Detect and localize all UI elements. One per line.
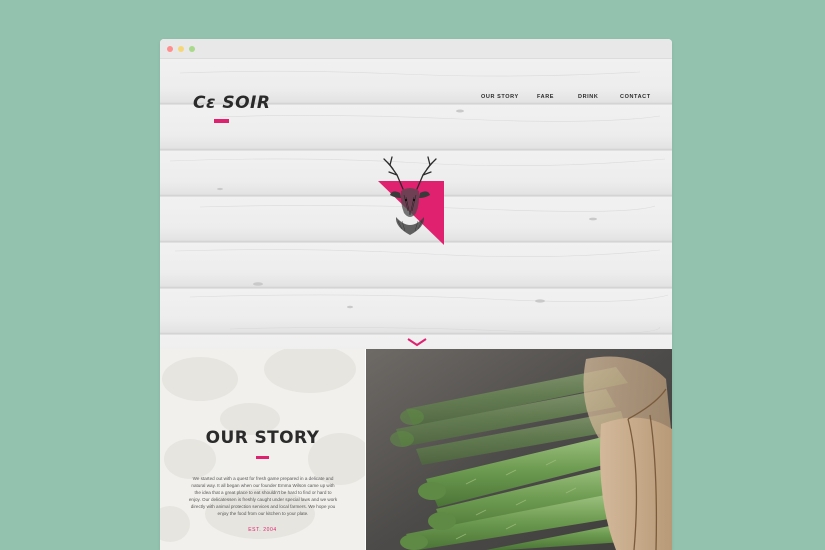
close-dot[interactable] [167,46,173,52]
asparagus-bundle-image [366,349,672,550]
chevron-down-icon[interactable] [406,337,428,347]
minimize-dot[interactable] [178,46,184,52]
logo-accent-bar [214,119,229,123]
story-title: OUR STORY [205,428,320,448]
stag-head-icon [378,156,444,245]
paper-texture [160,349,365,542]
nav-our-story[interactable]: OUR STORY [481,94,519,100]
maximize-dot[interactable] [189,46,195,52]
story-body: We started out with a quest for fresh ga… [188,476,338,516]
window-titlebar [160,39,672,59]
hero-section: Cε SOIR OUR STORY FARE DRINK CONTACT [160,59,672,349]
story-accent-bar [256,456,269,459]
browser-window: Cε SOIR OUR STORY FARE DRINK CONTACT OUR… [160,39,672,550]
our-story-section: OUR STORY We started out with a quest fo… [160,349,365,550]
asparagus-illustration [366,349,672,550]
main-nav: OUR STORY FARE DRINK CONTACT [160,94,672,106]
nav-fare[interactable]: FARE [537,94,554,100]
established-label: EST. 2004 [248,527,277,533]
nav-contact[interactable]: CONTACT [620,94,651,100]
nav-drink[interactable]: DRINK [578,94,598,100]
